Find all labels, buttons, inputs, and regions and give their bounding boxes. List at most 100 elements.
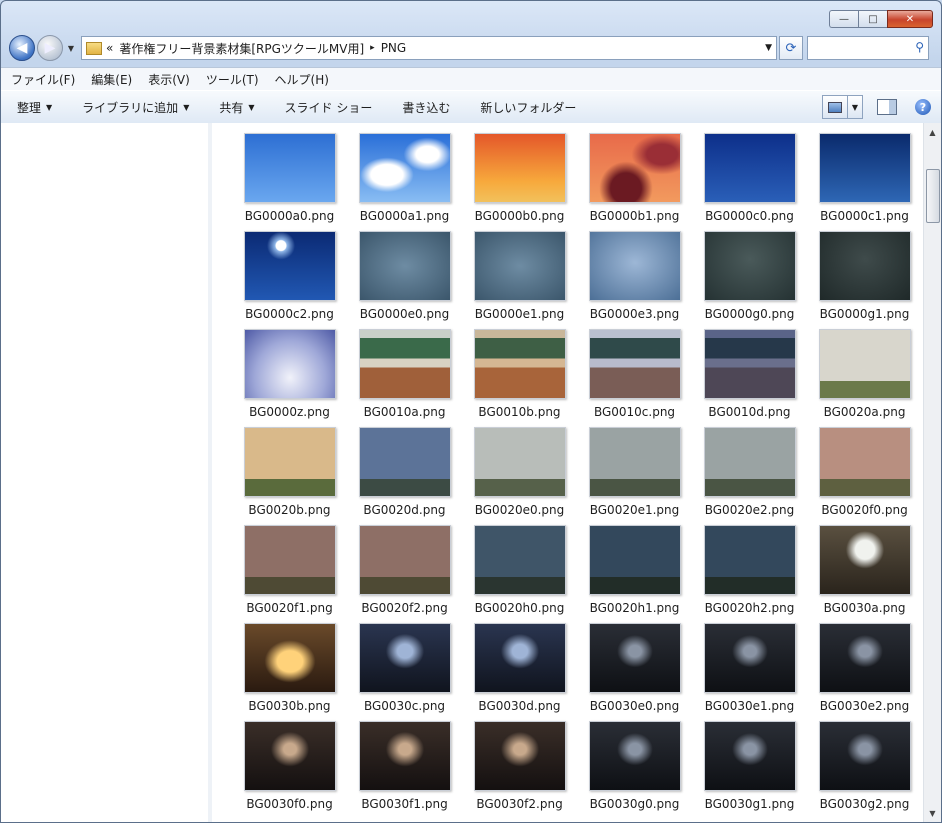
burn-button[interactable]: 書き込む xyxy=(402,99,450,116)
menu-view[interactable]: 表示(V) xyxy=(148,71,190,88)
scrollbar-thumb[interactable] xyxy=(926,169,940,223)
file-item[interactable]: BG0030g0.png xyxy=(577,721,692,819)
address-dropdown-icon[interactable]: ▼ xyxy=(765,43,772,53)
address-segment-current[interactable]: PNG xyxy=(381,41,407,55)
address-bar[interactable]: « 著作権フリー背景素材集[RPGツクールMV用] ▸ PNG ▼ xyxy=(81,36,777,60)
file-item[interactable]: BG0030e2.png xyxy=(807,623,922,721)
image-thumbnail[interactable] xyxy=(358,427,451,497)
slideshow-button[interactable]: スライド ショー xyxy=(285,99,373,116)
image-thumbnail[interactable] xyxy=(818,721,911,791)
image-thumbnail[interactable] xyxy=(243,427,336,497)
file-item[interactable]: BG0020e2.png xyxy=(692,427,807,525)
image-thumbnail[interactable] xyxy=(703,427,796,497)
file-item[interactable]: BG0010d.png xyxy=(692,329,807,427)
address-segment-parent[interactable]: 著作権フリー背景素材集[RPGツクールMV用] xyxy=(119,40,364,57)
file-item[interactable]: BG0020e1.png xyxy=(577,427,692,525)
close-button[interactable]: ✕ xyxy=(887,10,933,28)
file-item[interactable]: BG0030f1.png xyxy=(347,721,462,819)
image-thumbnail[interactable] xyxy=(703,525,796,595)
recent-pages-dropdown[interactable]: ▼ xyxy=(65,44,77,53)
address-chevron[interactable]: « xyxy=(106,41,113,55)
image-thumbnail[interactable] xyxy=(588,231,681,301)
file-item[interactable]: BG0010b.png xyxy=(462,329,577,427)
view-options-dropdown[interactable]: ▼ xyxy=(848,95,863,119)
image-thumbnail[interactable] xyxy=(818,525,911,595)
menu-file[interactable]: ファイル(F) xyxy=(11,71,75,88)
image-thumbnail[interactable] xyxy=(588,133,681,203)
image-thumbnail[interactable] xyxy=(473,427,566,497)
image-thumbnail[interactable] xyxy=(358,525,451,595)
vertical-scrollbar[interactable]: ▲ ▼ xyxy=(923,123,941,822)
change-view-button[interactable] xyxy=(822,95,848,119)
image-thumbnail[interactable] xyxy=(473,721,566,791)
search-input[interactable]: ⚲ xyxy=(807,36,929,60)
file-item[interactable]: BG0020f0.png xyxy=(807,427,922,525)
file-item[interactable]: BG0030b.png xyxy=(232,623,347,721)
image-thumbnail[interactable] xyxy=(588,427,681,497)
image-thumbnail[interactable] xyxy=(243,525,336,595)
file-item[interactable]: BG0030f0.png xyxy=(232,721,347,819)
file-item[interactable]: BG0000e1.png xyxy=(462,231,577,329)
file-item[interactable]: BG0020f2.png xyxy=(347,525,462,623)
image-thumbnail[interactable] xyxy=(588,525,681,595)
file-item[interactable]: BG0030d.png xyxy=(462,623,577,721)
image-thumbnail[interactable] xyxy=(243,329,336,399)
image-thumbnail[interactable] xyxy=(358,133,451,203)
image-thumbnail[interactable] xyxy=(818,231,911,301)
menu-edit[interactable]: 編集(E) xyxy=(91,71,132,88)
file-item[interactable]: BG0000c2.png xyxy=(232,231,347,329)
organize-button[interactable]: 整理 ▼ xyxy=(17,99,52,116)
file-item[interactable]: BG0030g2.png xyxy=(807,721,922,819)
scroll-up-icon[interactable]: ▲ xyxy=(925,124,940,140)
file-item[interactable]: BG0020f1.png xyxy=(232,525,347,623)
scroll-down-icon[interactable]: ▼ xyxy=(925,805,940,821)
image-thumbnail[interactable] xyxy=(473,623,566,693)
minimize-button[interactable]: — xyxy=(829,10,858,28)
search-icon[interactable]: ⚲ xyxy=(915,40,924,54)
file-item[interactable]: BG0000a0.png xyxy=(232,133,347,231)
image-thumbnail[interactable] xyxy=(358,231,451,301)
refresh-button[interactable]: ⟳ xyxy=(779,36,803,60)
help-icon[interactable]: ? xyxy=(915,99,931,115)
file-item[interactable]: BG0000e0.png xyxy=(347,231,462,329)
file-item[interactable]: BG0020h0.png xyxy=(462,525,577,623)
forward-button[interactable]: ▶ xyxy=(37,35,63,61)
image-thumbnail[interactable] xyxy=(473,329,566,399)
file-item[interactable]: BG0020h2.png xyxy=(692,525,807,623)
image-thumbnail[interactable] xyxy=(703,329,796,399)
image-thumbnail[interactable] xyxy=(243,721,336,791)
image-thumbnail[interactable] xyxy=(243,623,336,693)
image-thumbnail[interactable] xyxy=(588,623,681,693)
file-item[interactable]: BG0030e1.png xyxy=(692,623,807,721)
image-thumbnail[interactable] xyxy=(473,525,566,595)
image-thumbnail[interactable] xyxy=(473,231,566,301)
image-thumbnail[interactable] xyxy=(703,133,796,203)
file-item[interactable]: BG0030a.png xyxy=(807,525,922,623)
file-item[interactable]: BG0030c.png xyxy=(347,623,462,721)
file-item[interactable]: BG0000c1.png xyxy=(807,133,922,231)
image-thumbnail[interactable] xyxy=(588,329,681,399)
file-item[interactable]: BG0010a.png xyxy=(347,329,462,427)
file-item[interactable]: BG0000e3.png xyxy=(577,231,692,329)
add-to-library-button[interactable]: ライブラリに追加 ▼ xyxy=(82,99,189,116)
image-thumbnail[interactable] xyxy=(818,623,911,693)
share-button[interactable]: 共有 ▼ xyxy=(219,99,254,116)
new-folder-button[interactable]: 新しいフォルダー xyxy=(480,99,576,116)
file-item[interactable]: BG0020a.png xyxy=(807,329,922,427)
maximize-button[interactable]: □ xyxy=(858,10,887,28)
image-thumbnail[interactable] xyxy=(473,133,566,203)
image-thumbnail[interactable] xyxy=(818,427,911,497)
file-item[interactable]: BG0000g0.png xyxy=(692,231,807,329)
image-thumbnail[interactable] xyxy=(243,133,336,203)
image-thumbnail[interactable] xyxy=(703,721,796,791)
file-item[interactable]: BG0020d.png xyxy=(347,427,462,525)
file-item[interactable]: BG0000a1.png xyxy=(347,133,462,231)
file-item[interactable]: BG0030e0.png xyxy=(577,623,692,721)
file-list-area[interactable]: BG0000a0.png BG0000a1.png BG0000b0.png BG00… xyxy=(212,123,924,822)
file-item[interactable]: BG0000b0.png xyxy=(462,133,577,231)
file-item[interactable]: BG0020b.png xyxy=(232,427,347,525)
menu-help[interactable]: ヘルプ(H) xyxy=(275,71,329,88)
file-item[interactable]: BG0020e0.png xyxy=(462,427,577,525)
image-thumbnail[interactable] xyxy=(818,133,911,203)
file-item[interactable]: BG0000c0.png xyxy=(692,133,807,231)
